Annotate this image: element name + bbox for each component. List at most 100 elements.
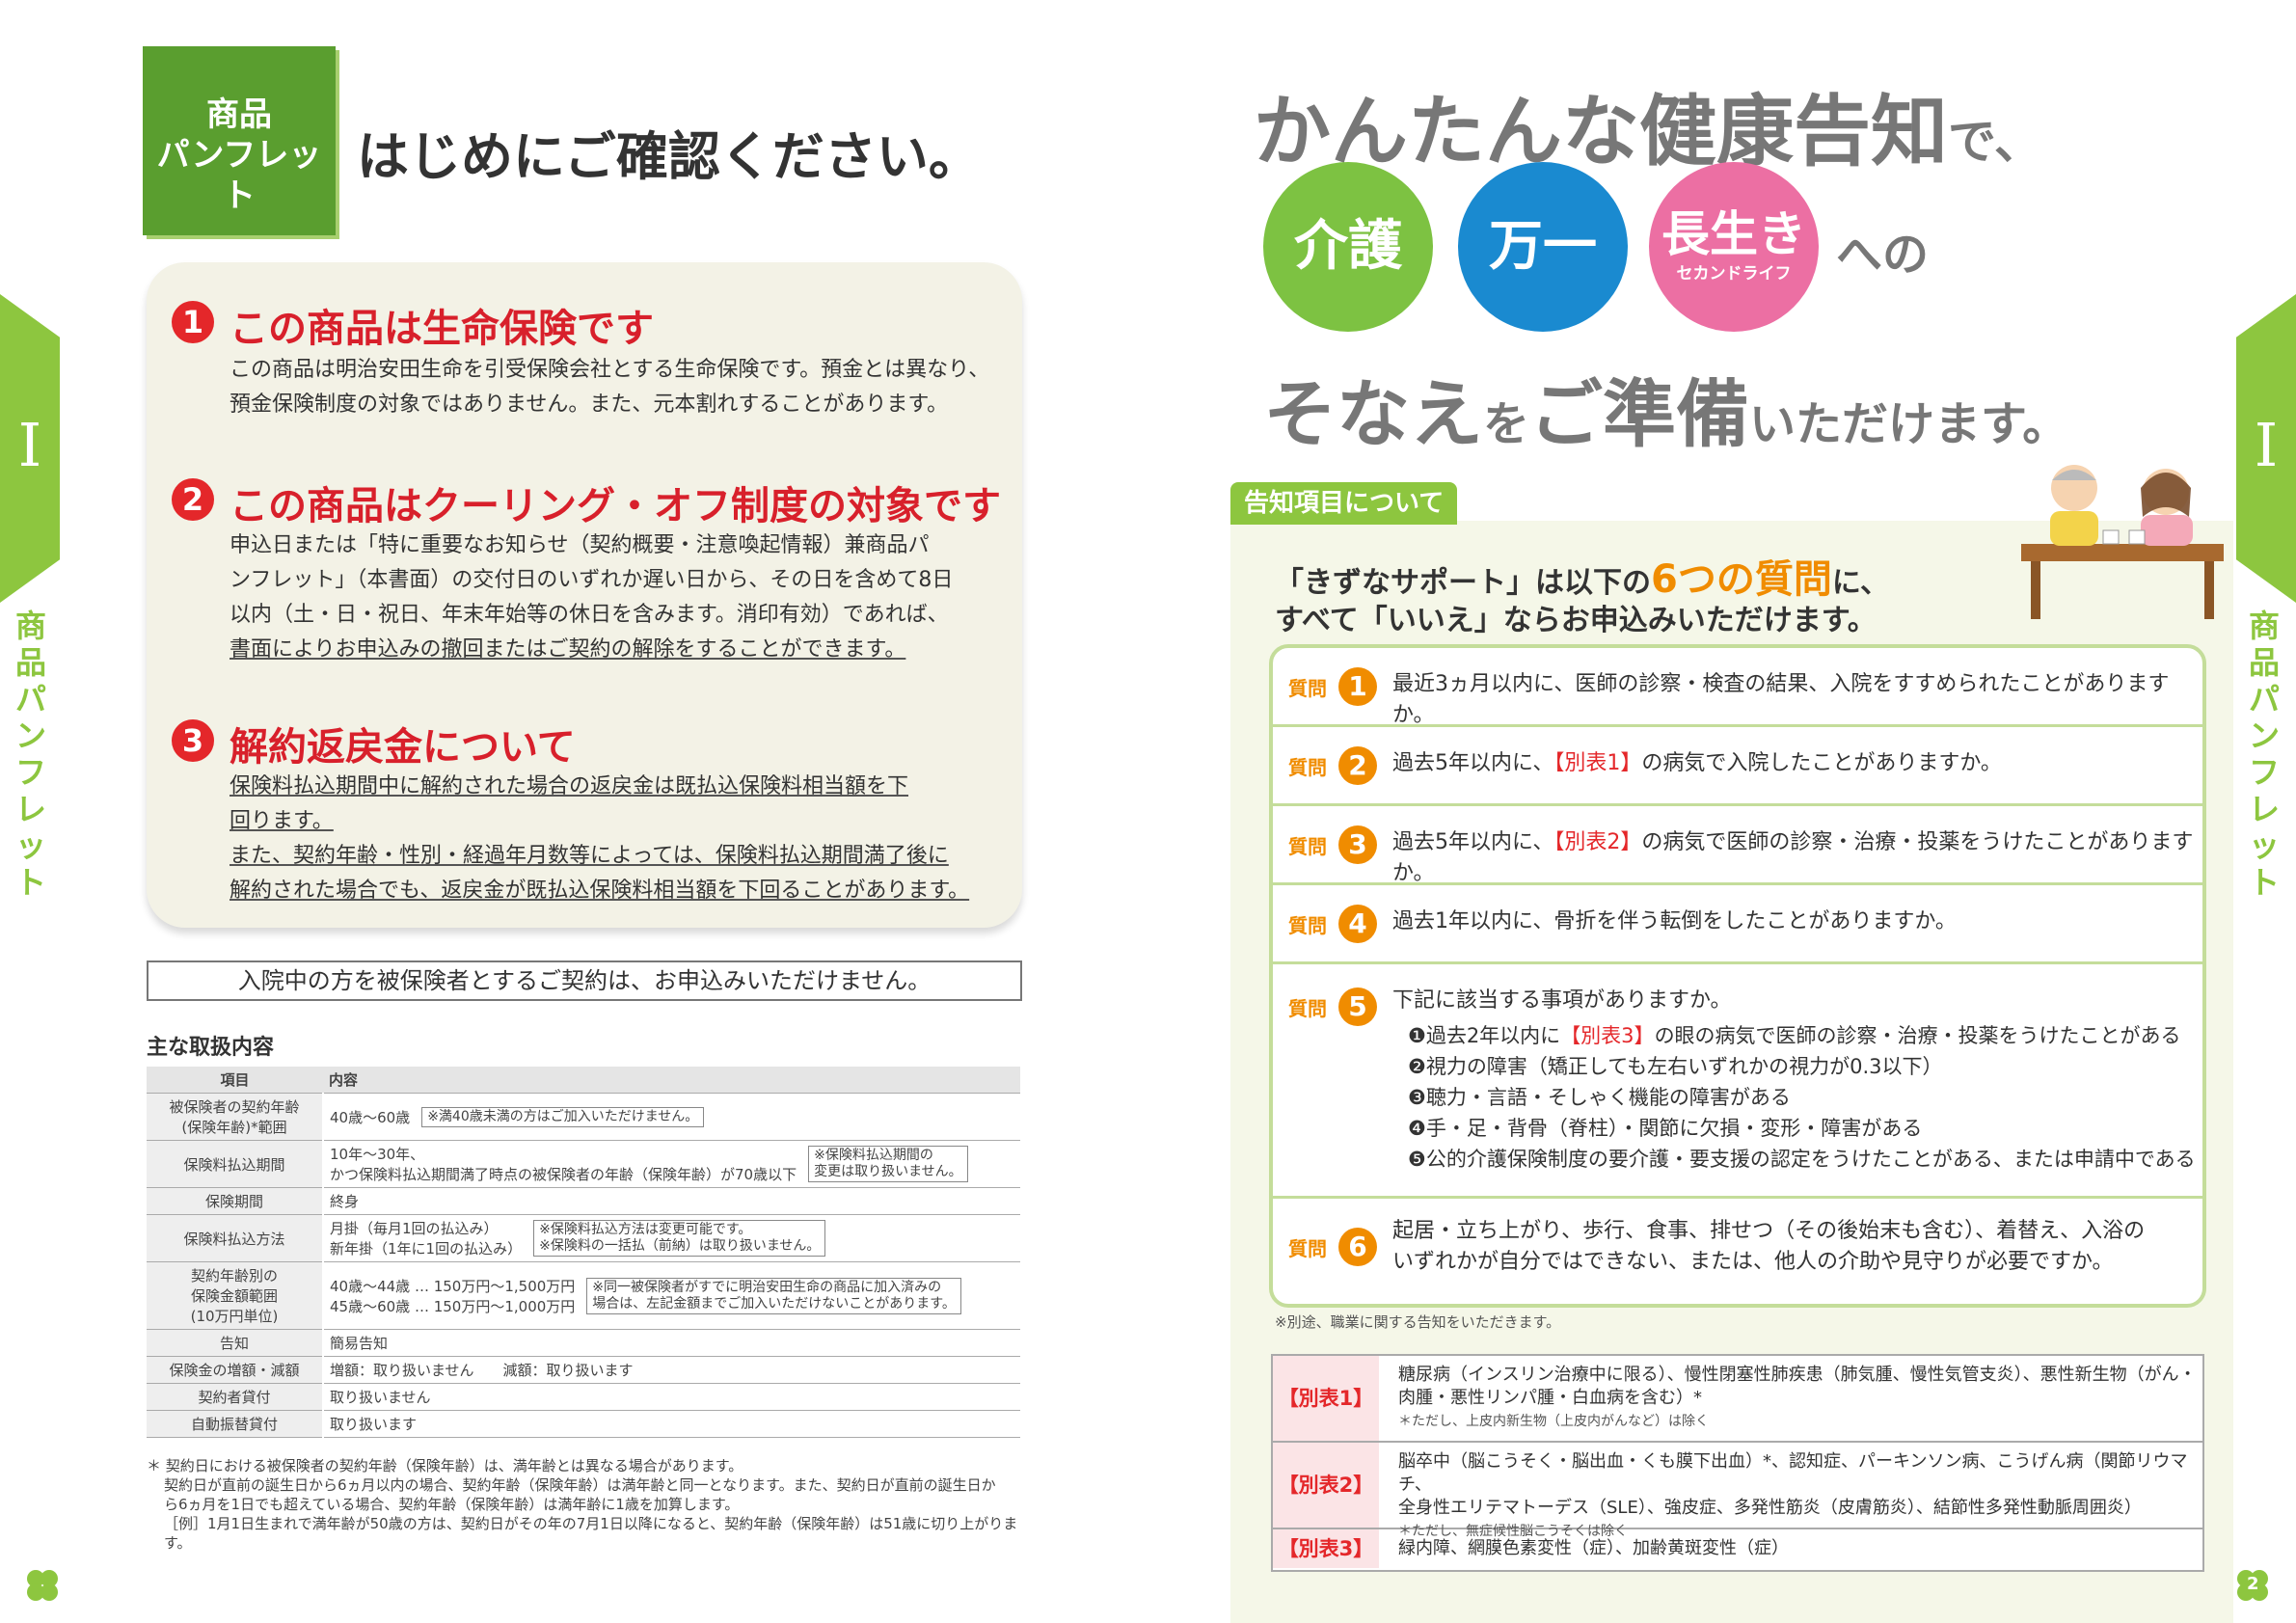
side-label-char: レ — [2248, 791, 2280, 827]
table-value: 月掛（毎月1回の払込み） 新年掛（1年に1回の払込み） — [330, 1220, 523, 1258]
table-value-cell: 取り扱いません — [323, 1383, 1020, 1411]
side-label-char: ン — [14, 717, 46, 754]
question-text: 過去5年以内に、【別表2】の病気で医師の診察・治療・投薬をうけたことがありますか… — [1392, 827, 2202, 889]
circle-sublabel: セカンドライフ — [1676, 264, 1792, 284]
footnote-line: 契約日が直前の誕生日から6ヵ月以内の場合、契約年齢（保険年齢）は満年齢と同一とな… — [164, 1476, 996, 1494]
q-post: の病気で入院したことがありますか。 — [1641, 751, 2002, 775]
question-text: 最近3ヵ月以内に、医師の診察・検査の結果、入院をすすめられたことがありますか。 — [1392, 672, 2170, 727]
beppyo-note: ＊ただし、上皮内新生物（上皮内がんなど）は除く — [1398, 1414, 1709, 1429]
beppyo-ref: 【別表3】 — [1560, 1024, 1655, 1047]
table-value: 取り扱いません — [330, 1389, 431, 1406]
table-key-cell: 契約者貸付 — [147, 1383, 324, 1411]
point-body-1: この商品は明治安田生命を引受保険会社とする生命保険です。預金とは異なり、 預金保… — [230, 353, 989, 422]
beppyo-key: 【別表1】 — [1273, 1356, 1379, 1441]
headline-itadakemasu: いただけます。 — [1749, 397, 2069, 451]
chapter-roman: I — [17, 410, 42, 480]
footnote-line: ＊ 契約日における被保険者の契約年齢（保険年齢）は、満年齢とは異なる場合がありま… — [147, 1457, 743, 1474]
point-title-3: 解約返戻金について — [230, 725, 576, 770]
hospitalization-warning: 入院中の方を被保険者とするご契約は、お申込みいただけません。 — [147, 960, 1022, 1001]
page-heading: はじめにご確認ください。 — [357, 126, 981, 187]
circle-nagaiki: 長生き セカンドライフ — [1649, 162, 1819, 332]
occupation-note: ※別途、職業に関する告知をいただきます。 — [1275, 1313, 1561, 1331]
question-text: 過去5年以内に、【別表1】の病気で入院したことがありますか。 — [1392, 748, 2002, 779]
question-text: 過去1年以内に、骨折を伴う転倒をしたことがありますか。 — [1392, 909, 1957, 933]
beppyo-line: 肉腫・悪性リンパ腫・白血病を含む）* — [1398, 1388, 1702, 1408]
beppyo-line: 全身性エリテマトーデス（SLE）、強皮症、多発性筋炎（皮膚筋炎）、結節性多発性動… — [1398, 1498, 2142, 1518]
table-key-cell: 保険料払込期間 — [147, 1140, 324, 1188]
table-key-cell: 保険金の増額・減額 — [147, 1356, 324, 1384]
side-label-char: パ — [14, 681, 46, 717]
side-label-right: 商品パンフレット — [2235, 608, 2293, 901]
side-label-char: ッ — [14, 827, 46, 864]
terms-table: 項目 内容 被保険者の契約年齢 (保険年齢)*範囲 40歳～60歳 ※満40歳未満の… — [147, 1067, 1020, 1438]
question-label: 質問 — [1288, 677, 1327, 700]
table-value: 40歳～44歳 … 150万円～1,500万円 45歳～60歳 … 150万円～… — [330, 1277, 576, 1315]
table-key-cell: 保険料払込方法 — [147, 1214, 324, 1262]
side-label-char: 品 — [14, 644, 46, 681]
question-label: 質問 — [1288, 914, 1327, 937]
point-3-line: 解約された場合でも、返戻金が既払込保険料相当額を下回ることがあります。 — [230, 879, 970, 903]
table-value: 終身 — [330, 1193, 360, 1210]
point-number-2: 2 — [172, 478, 214, 521]
side-label-char: パ — [2248, 681, 2280, 717]
table-key-cell: 自動振替貸付 — [147, 1410, 324, 1438]
question-text: 下記に該当する事項がありますか。 — [1392, 988, 1732, 1013]
headline-sonae: そなえ — [1263, 371, 1483, 457]
question-row-5: 質問 5 下記に該当する事項がありますか。 ❶過去2年以内に【別表3】の眼の病気… — [1273, 964, 2202, 1199]
intro-text: 「きずなサポート」は以下の — [1275, 566, 1651, 600]
beppyo-line: 糖尿病（インスリン治療中に限る）、慢性閉塞性肺疾患（肺気腫、慢性気管支炎）、悪性… — [1398, 1365, 2197, 1385]
table-header: 項目 — [147, 1067, 323, 1094]
q5-item: ❺公的介護保険制度の要介護・要支援の認定をうけたことがある、または申請中である — [1408, 1148, 2196, 1171]
table-row: 自動振替貸付 取り扱います — [147, 1410, 1020, 1438]
side-label-left: 商品パンフレット — [2, 608, 60, 901]
table-value-cell: 簡易告知 — [323, 1329, 1020, 1357]
side-label-char: ン — [2248, 717, 2280, 754]
headline-wo: を — [1483, 397, 1530, 451]
table-note: ※保険料払込方法は変更可能です。 ※保険料の一括払（前納）は取り扱いません。 — [533, 1220, 826, 1257]
point-3-line: また、契約年齢・性別・経過年月数等によっては、保険料払込期間満了後に — [230, 844, 949, 868]
point-number-1: 1 — [172, 301, 214, 343]
table-row: 契約年齢別の 保険金額範囲 (10万円単位) 40歳～44歳 … 150万円～1,… — [147, 1261, 1020, 1330]
beppyo-table: 【別表1】 糖尿病（インスリン治療中に限る）、慢性閉塞性肺疾患（肺気腫、慢性気管… — [1271, 1354, 2204, 1572]
notice-items-tag: 告知項目について — [1230, 482, 1458, 525]
table-value-cell: 月掛（毎月1回の払込み） 新年掛（1年に1回の払込み） ※保険料払込方法は変更可能… — [323, 1214, 1020, 1262]
q5-item: ❸聴力・言語・そしゃく機能の障害がある — [1408, 1086, 1791, 1109]
chapter-roman: I — [2254, 410, 2279, 480]
q6-line: いずれかが自分ではできない、または、他人の介助や見守りが必要ですか。 — [1392, 1250, 2114, 1274]
table-row: 保険金の増額・減額 増額：取り扱いません 減額：取り扱います — [147, 1356, 1020, 1384]
table-value-cell: 終身 — [323, 1187, 1020, 1215]
badge-line-2: パンフレット — [156, 136, 322, 215]
headline-he-no: への — [1836, 228, 1930, 282]
table-note: ※同一被保険者がすでに明治安田生命の商品に加入済みの 場合は、左記金額までご加入… — [586, 1277, 961, 1314]
question-number: 5 — [1338, 987, 1377, 1026]
table-value: 取り扱います — [330, 1416, 418, 1433]
q5-item: ❹手・足・背骨（脊柱）・関節に欠損・変形・障害がある — [1408, 1117, 1923, 1140]
point-body-2: 申込日または「特に重要なお知らせ（契約概要・注意喚起情報）兼商品パ ンフレット」… — [230, 528, 953, 667]
table-value-cell: 増額：取り扱いません 減額：取り扱います — [323, 1356, 1020, 1384]
footnote-line: ら6ヵ月を1日でも超えている場合、契約年齢（保険年齢）は満年齢に1歳を加算します… — [164, 1496, 740, 1513]
headline-suffix: で、 — [1948, 114, 2042, 170]
question-number: 6 — [1338, 1228, 1377, 1266]
point-3-line: 回ります。 — [230, 809, 334, 833]
point-number-3: 3 — [172, 719, 214, 762]
question-row-1: 質問 1 最近3ヵ月以内に、医師の診察・検査の結果、入院をすすめられたことがあり… — [1273, 648, 2202, 727]
elderly-couple-illustration — [2021, 465, 2224, 619]
point-1-line: 預金保険制度の対象ではありません。また、元本割れすることがあります。 — [230, 392, 949, 417]
side-label-char: フ — [2248, 754, 2280, 791]
table-row: 契約者貸付 取り扱いません — [147, 1383, 1020, 1411]
table-key-cell: 告知 — [147, 1329, 324, 1357]
table-row: 保険料払込方法 月掛（毎月1回の払込み） 新年掛（1年に1回の払込み） ※保険料払込… — [147, 1214, 1020, 1262]
chapter-tab-right: I — [2236, 294, 2296, 603]
side-label-char: レ — [14, 791, 46, 827]
question-text: 起居・立ち上がり、歩行、食事、排せつ（その後始末も含む）、着替え、入浴の いずれ… — [1392, 1216, 2145, 1278]
beppyo-row-2: 【別表2】 脳卒中（脳こうそく・脳出血・くも膜下出血）*、認知症、パーキンソン病… — [1273, 1443, 2202, 1539]
beppyo-line: 脳卒中（脳こうそく・脳出血・くも膜下出血）*、認知症、パーキンソン病、こうげん病… — [1398, 1451, 2188, 1495]
point-2-line: 以内（土・日・祝日、年末年始等の休日を含みます。消印有効）であれば、 — [230, 603, 949, 627]
point-title-2: この商品はクーリング・オフ制度の対象です — [230, 484, 1001, 528]
circle-label: 介護 — [1294, 215, 1402, 278]
beppyo-row-3: 【別表3】 緑内障、網膜色素変性（症）、加齢黄斑変性（症） — [1273, 1529, 2202, 1568]
beppyo-key: 【別表2】 — [1273, 1443, 1379, 1528]
beppyo-ref: 【別表2】 — [1553, 830, 1642, 854]
question-label: 質問 — [1288, 835, 1327, 858]
age-footnote: ＊ 契約日における被保険者の契約年齢（保険年齢）は、満年齢とは異なる場合がありま… — [147, 1456, 1034, 1553]
